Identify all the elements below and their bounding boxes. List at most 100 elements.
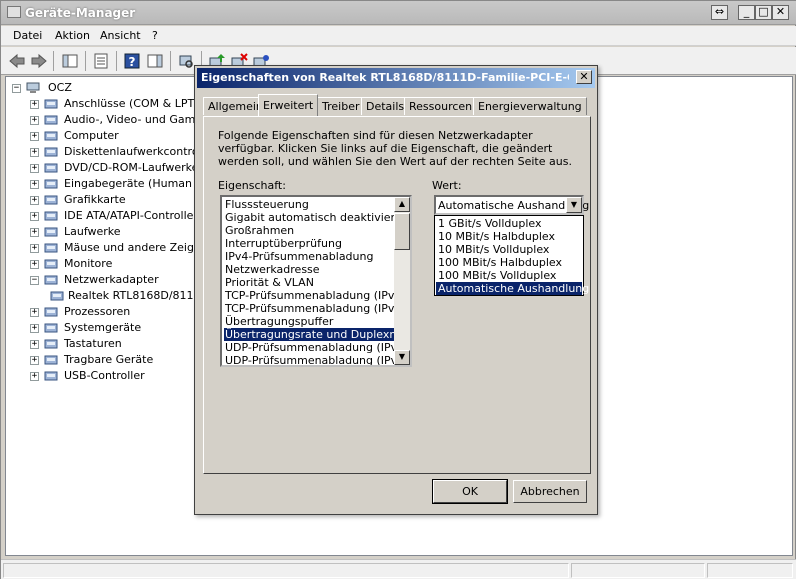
scan-hardware-icon[interactable] bbox=[177, 52, 195, 70]
help-icon[interactable]: ? bbox=[123, 52, 141, 70]
status-cell bbox=[707, 563, 793, 578]
expand-icon[interactable]: + bbox=[30, 308, 39, 317]
menu-ansicht[interactable]: Ansicht bbox=[100, 29, 141, 42]
drive-icon bbox=[44, 227, 58, 237]
tab-energieverwaltung[interactable]: Energieverwaltung bbox=[473, 97, 587, 115]
restore-icon[interactable]: ⇔ bbox=[711, 5, 728, 20]
collapse-icon[interactable]: − bbox=[30, 276, 39, 285]
close-button[interactable]: ✕ bbox=[772, 5, 789, 20]
menu-aktion[interactable]: Aktion bbox=[55, 29, 90, 42]
cancel-button[interactable]: Abbrechen bbox=[513, 480, 587, 503]
tree-item-label: IDE ATA/ATAPI-Controller bbox=[64, 209, 198, 222]
expand-icon[interactable]: + bbox=[30, 132, 39, 141]
tab-erweitert[interactable]: Erweitert bbox=[258, 94, 319, 116]
value-option[interactable]: 10 MBit/s Vollduplex bbox=[436, 243, 582, 256]
system-icon bbox=[44, 323, 58, 333]
value-dropdown-list[interactable]: 1 GBit/s Vollduplex 10 MBit/s Halbduplex 1… bbox=[434, 215, 589, 296]
property-list-item[interactable]: IPv4-Prüfsummenabladung bbox=[224, 250, 396, 263]
forward-arrow-icon[interactable] bbox=[30, 52, 48, 70]
property-list-item[interactable]: TCP-Prüfsummenabladung (IPv6) bbox=[224, 302, 396, 315]
property-list-item[interactable]: TCP-Prüfsummenabladung (IPv4) bbox=[224, 289, 396, 302]
ok-button[interactable]: OK bbox=[432, 479, 508, 504]
window-title: Geräte-Manager bbox=[25, 6, 136, 20]
status-cell bbox=[3, 563, 569, 578]
dialog-titlebar[interactable]: Eigenschaften von Realtek RTL8168D/8111D… bbox=[197, 68, 595, 88]
dialog-close-button[interactable]: ✕ bbox=[576, 70, 592, 84]
property-list-scrollbar[interactable]: ▲ ▼ bbox=[394, 197, 410, 365]
expand-icon[interactable]: + bbox=[30, 180, 39, 189]
collapse-icon[interactable]: − bbox=[12, 84, 21, 93]
hid-icon bbox=[44, 179, 58, 189]
property-list-item[interactable]: Interruptüberprüfung bbox=[224, 237, 396, 250]
scroll-thumb[interactable] bbox=[394, 213, 410, 250]
scroll-up-button[interactable]: ▲ bbox=[394, 197, 410, 212]
value-option[interactable]: 10 MBit/s Halbduplex bbox=[436, 230, 582, 243]
property-list-item[interactable]: Netzwerkadresse bbox=[224, 263, 396, 276]
value-label: Wert: bbox=[432, 179, 462, 192]
keyboard-icon bbox=[44, 339, 58, 349]
value-option[interactable]: 1 GBit/s Vollduplex bbox=[436, 217, 582, 230]
maximize-button[interactable]: □ bbox=[755, 5, 772, 20]
expand-icon[interactable]: + bbox=[30, 244, 39, 253]
minimize-button[interactable]: _ bbox=[738, 5, 755, 20]
ide-icon bbox=[44, 211, 58, 221]
floppy-controller-icon bbox=[44, 147, 58, 157]
network-icon bbox=[50, 291, 64, 301]
property-list-item[interactable]: Flusssteuerung bbox=[224, 198, 396, 211]
tab-ressourcen[interactable]: Ressourcen bbox=[404, 97, 478, 115]
property-label: Eigenschaft: bbox=[218, 179, 286, 192]
expand-icon[interactable]: + bbox=[30, 372, 39, 381]
property-list-item[interactable]: Priorität & VLAN bbox=[224, 276, 396, 289]
back-arrow-icon[interactable] bbox=[8, 52, 26, 70]
properties-dialog: Eigenschaften von Realtek RTL8168D/8111D… bbox=[194, 65, 598, 515]
action-pane-icon[interactable] bbox=[146, 52, 164, 70]
display-adapter-icon bbox=[44, 195, 58, 205]
computer-icon bbox=[44, 131, 58, 141]
expand-icon[interactable]: + bbox=[30, 340, 39, 349]
expand-icon[interactable]: + bbox=[30, 116, 39, 125]
expand-icon[interactable]: + bbox=[30, 196, 39, 205]
expand-icon[interactable]: + bbox=[30, 164, 39, 173]
description-text: Folgende Eigenschaften sind für diesen N… bbox=[218, 129, 572, 168]
property-list-item[interactable]: Übertragungspuffer bbox=[224, 315, 396, 328]
chevron-down-icon[interactable]: ▼ bbox=[566, 197, 582, 213]
tab-treiber[interactable]: Treiber bbox=[317, 97, 365, 115]
tree-item-label: USB-Controller bbox=[64, 369, 145, 382]
property-list-item[interactable]: UDP-Prüfsummenabladung (IPv6) bbox=[224, 354, 396, 365]
svg-text:?: ? bbox=[129, 55, 136, 69]
tree-item-label: Tragbare Geräte bbox=[64, 353, 154, 366]
scroll-down-button[interactable]: ▼ bbox=[394, 350, 410, 365]
property-list-item[interactable]: Übertragungsrate und Duplexmodus bbox=[224, 328, 396, 341]
value-option[interactable]: 100 MBit/s Halbduplex bbox=[436, 256, 582, 269]
advanced-tab-panel: Folgende Eigenschaften sind für diesen N… bbox=[203, 116, 591, 474]
property-list-item[interactable]: UDP-Prüfsummenabladung (IPv4) bbox=[224, 341, 396, 354]
value-option[interactable]: 100 MBit/s Vollduplex bbox=[436, 269, 582, 282]
property-list[interactable]: Flusssteuerung Gigabit automatisch deakti… bbox=[220, 195, 412, 367]
tab-details[interactable]: Details bbox=[361, 97, 410, 115]
tree-root-label: OCZ bbox=[48, 81, 72, 94]
expand-icon[interactable]: + bbox=[30, 260, 39, 269]
monitor-icon bbox=[44, 259, 58, 269]
expand-icon[interactable]: + bbox=[30, 212, 39, 221]
tree-item-label: Grafikkarte bbox=[64, 193, 126, 206]
expand-icon[interactable]: + bbox=[30, 356, 39, 365]
main-titlebar[interactable]: Geräte-Manager ⇔ _ □ ✕ bbox=[1, 1, 796, 25]
property-list-item[interactable]: Gigabit automatisch deaktivieren (En bbox=[224, 211, 396, 224]
menu-datei[interactable]: Datei bbox=[13, 29, 42, 42]
expand-icon[interactable]: + bbox=[30, 228, 39, 237]
tree-item-label: Systemgeräte bbox=[64, 321, 142, 334]
expand-icon[interactable]: + bbox=[30, 100, 39, 109]
properties-icon[interactable] bbox=[92, 52, 110, 70]
tree-item-label: Laufwerke bbox=[64, 225, 121, 238]
property-list-item[interactable]: Großrahmen bbox=[224, 224, 396, 237]
menu-bar: Datei Aktion Ansicht ? bbox=[1, 26, 796, 46]
show-hide-tree-icon[interactable] bbox=[61, 52, 79, 70]
expand-icon[interactable]: + bbox=[30, 148, 39, 157]
expand-icon[interactable]: + bbox=[30, 324, 39, 333]
menu-help[interactable]: ? bbox=[152, 29, 158, 42]
dvd-icon bbox=[44, 163, 58, 173]
usb-icon bbox=[44, 371, 58, 381]
toolbar-separator bbox=[53, 51, 54, 71]
value-option[interactable]: Automatische Aushandlung bbox=[436, 282, 589, 295]
value-combobox[interactable]: Automatische Aushandlung ▼ bbox=[434, 195, 589, 215]
